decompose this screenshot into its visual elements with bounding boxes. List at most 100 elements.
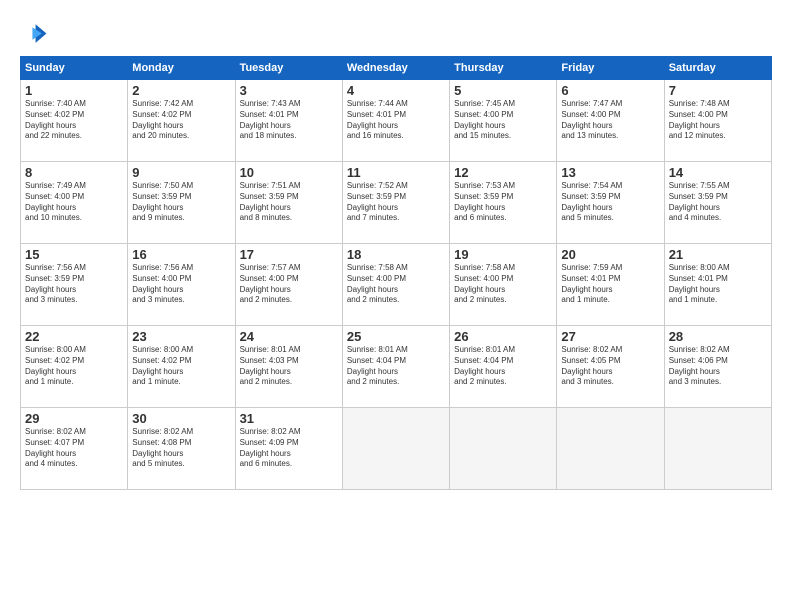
day-info: Sunrise: 7:52 AMSunset: 3:59 PMDaylight …	[347, 181, 445, 224]
day-number: 13	[561, 165, 659, 180]
calendar: SundayMondayTuesdayWednesdayThursdayFrid…	[20, 56, 772, 490]
col-header-thursday: Thursday	[450, 57, 557, 80]
day-number: 28	[669, 329, 767, 344]
day-number: 23	[132, 329, 230, 344]
logo	[20, 18, 52, 46]
day-info: Sunrise: 7:43 AMSunset: 4:01 PMDaylight …	[240, 99, 338, 142]
day-cell: 29 Sunrise: 8:02 AMSunset: 4:07 PMDaylig…	[21, 408, 128, 490]
day-number: 5	[454, 83, 552, 98]
day-number: 12	[454, 165, 552, 180]
day-info: Sunrise: 7:58 AMSunset: 4:00 PMDaylight …	[347, 263, 445, 306]
day-number: 10	[240, 165, 338, 180]
day-number: 25	[347, 329, 445, 344]
day-info: Sunrise: 7:57 AMSunset: 4:00 PMDaylight …	[240, 263, 338, 306]
col-header-monday: Monday	[128, 57, 235, 80]
day-cell: 2 Sunrise: 7:42 AMSunset: 4:02 PMDayligh…	[128, 80, 235, 162]
day-cell: 28 Sunrise: 8:02 AMSunset: 4:06 PMDaylig…	[664, 326, 771, 408]
week-row: 1 Sunrise: 7:40 AMSunset: 4:02 PMDayligh…	[21, 80, 772, 162]
day-info: Sunrise: 7:44 AMSunset: 4:01 PMDaylight …	[347, 99, 445, 142]
day-number: 16	[132, 247, 230, 262]
week-row: 15 Sunrise: 7:56 AMSunset: 3:59 PMDaylig…	[21, 244, 772, 326]
day-cell: 21 Sunrise: 8:00 AMSunset: 4:01 PMDaylig…	[664, 244, 771, 326]
empty-cell	[557, 408, 664, 490]
header-row: SundayMondayTuesdayWednesdayThursdayFrid…	[21, 57, 772, 80]
empty-cell	[342, 408, 449, 490]
day-info: Sunrise: 7:42 AMSunset: 4:02 PMDaylight …	[132, 99, 230, 142]
day-cell: 4 Sunrise: 7:44 AMSunset: 4:01 PMDayligh…	[342, 80, 449, 162]
day-cell: 19 Sunrise: 7:58 AMSunset: 4:00 PMDaylig…	[450, 244, 557, 326]
header	[20, 18, 772, 46]
day-number: 6	[561, 83, 659, 98]
day-cell: 5 Sunrise: 7:45 AMSunset: 4:00 PMDayligh…	[450, 80, 557, 162]
day-number: 30	[132, 411, 230, 426]
day-number: 1	[25, 83, 123, 98]
day-cell: 16 Sunrise: 7:56 AMSunset: 4:00 PMDaylig…	[128, 244, 235, 326]
col-header-wednesday: Wednesday	[342, 57, 449, 80]
day-number: 31	[240, 411, 338, 426]
day-number: 24	[240, 329, 338, 344]
day-info: Sunrise: 7:59 AMSunset: 4:01 PMDaylight …	[561, 263, 659, 306]
week-row: 22 Sunrise: 8:00 AMSunset: 4:02 PMDaylig…	[21, 326, 772, 408]
day-cell: 22 Sunrise: 8:00 AMSunset: 4:02 PMDaylig…	[21, 326, 128, 408]
day-cell: 26 Sunrise: 8:01 AMSunset: 4:04 PMDaylig…	[450, 326, 557, 408]
day-info: Sunrise: 7:47 AMSunset: 4:00 PMDaylight …	[561, 99, 659, 142]
day-number: 21	[669, 247, 767, 262]
day-cell: 6 Sunrise: 7:47 AMSunset: 4:00 PMDayligh…	[557, 80, 664, 162]
col-header-friday: Friday	[557, 57, 664, 80]
day-info: Sunrise: 7:54 AMSunset: 3:59 PMDaylight …	[561, 181, 659, 224]
page: SundayMondayTuesdayWednesdayThursdayFrid…	[0, 0, 792, 612]
empty-cell	[450, 408, 557, 490]
day-cell: 23 Sunrise: 8:00 AMSunset: 4:02 PMDaylig…	[128, 326, 235, 408]
day-cell: 15 Sunrise: 7:56 AMSunset: 3:59 PMDaylig…	[21, 244, 128, 326]
day-info: Sunrise: 8:02 AMSunset: 4:09 PMDaylight …	[240, 427, 338, 470]
day-number: 29	[25, 411, 123, 426]
day-info: Sunrise: 7:48 AMSunset: 4:00 PMDaylight …	[669, 99, 767, 142]
day-cell: 17 Sunrise: 7:57 AMSunset: 4:00 PMDaylig…	[235, 244, 342, 326]
day-info: Sunrise: 8:00 AMSunset: 4:02 PMDaylight …	[132, 345, 230, 388]
day-info: Sunrise: 7:40 AMSunset: 4:02 PMDaylight …	[25, 99, 123, 142]
day-number: 20	[561, 247, 659, 262]
week-row: 8 Sunrise: 7:49 AMSunset: 4:00 PMDayligh…	[21, 162, 772, 244]
col-header-tuesday: Tuesday	[235, 57, 342, 80]
day-cell: 14 Sunrise: 7:55 AMSunset: 3:59 PMDaylig…	[664, 162, 771, 244]
day-cell: 7 Sunrise: 7:48 AMSunset: 4:00 PMDayligh…	[664, 80, 771, 162]
day-number: 4	[347, 83, 445, 98]
day-cell: 11 Sunrise: 7:52 AMSunset: 3:59 PMDaylig…	[342, 162, 449, 244]
day-number: 26	[454, 329, 552, 344]
day-info: Sunrise: 8:01 AMSunset: 4:03 PMDaylight …	[240, 345, 338, 388]
day-cell: 30 Sunrise: 8:02 AMSunset: 4:08 PMDaylig…	[128, 408, 235, 490]
day-cell: 18 Sunrise: 7:58 AMSunset: 4:00 PMDaylig…	[342, 244, 449, 326]
day-cell: 1 Sunrise: 7:40 AMSunset: 4:02 PMDayligh…	[21, 80, 128, 162]
col-header-saturday: Saturday	[664, 57, 771, 80]
day-info: Sunrise: 7:49 AMSunset: 4:00 PMDaylight …	[25, 181, 123, 224]
logo-icon	[20, 18, 48, 46]
day-cell: 12 Sunrise: 7:53 AMSunset: 3:59 PMDaylig…	[450, 162, 557, 244]
day-info: Sunrise: 7:56 AMSunset: 4:00 PMDaylight …	[132, 263, 230, 306]
day-info: Sunrise: 8:02 AMSunset: 4:07 PMDaylight …	[25, 427, 123, 470]
day-number: 2	[132, 83, 230, 98]
day-cell: 13 Sunrise: 7:54 AMSunset: 3:59 PMDaylig…	[557, 162, 664, 244]
day-info: Sunrise: 8:00 AMSunset: 4:02 PMDaylight …	[25, 345, 123, 388]
day-cell: 9 Sunrise: 7:50 AMSunset: 3:59 PMDayligh…	[128, 162, 235, 244]
day-cell: 27 Sunrise: 8:02 AMSunset: 4:05 PMDaylig…	[557, 326, 664, 408]
day-info: Sunrise: 7:45 AMSunset: 4:00 PMDaylight …	[454, 99, 552, 142]
day-number: 9	[132, 165, 230, 180]
day-number: 3	[240, 83, 338, 98]
day-number: 11	[347, 165, 445, 180]
week-row: 29 Sunrise: 8:02 AMSunset: 4:07 PMDaylig…	[21, 408, 772, 490]
col-header-sunday: Sunday	[21, 57, 128, 80]
day-info: Sunrise: 7:55 AMSunset: 3:59 PMDaylight …	[669, 181, 767, 224]
day-number: 17	[240, 247, 338, 262]
day-info: Sunrise: 8:00 AMSunset: 4:01 PMDaylight …	[669, 263, 767, 306]
day-number: 19	[454, 247, 552, 262]
day-info: Sunrise: 7:56 AMSunset: 3:59 PMDaylight …	[25, 263, 123, 306]
day-info: Sunrise: 8:02 AMSunset: 4:05 PMDaylight …	[561, 345, 659, 388]
day-number: 7	[669, 83, 767, 98]
day-cell: 31 Sunrise: 8:02 AMSunset: 4:09 PMDaylig…	[235, 408, 342, 490]
day-info: Sunrise: 7:51 AMSunset: 3:59 PMDaylight …	[240, 181, 338, 224]
empty-cell	[664, 408, 771, 490]
day-number: 8	[25, 165, 123, 180]
day-cell: 10 Sunrise: 7:51 AMSunset: 3:59 PMDaylig…	[235, 162, 342, 244]
day-number: 22	[25, 329, 123, 344]
day-info: Sunrise: 8:01 AMSunset: 4:04 PMDaylight …	[347, 345, 445, 388]
